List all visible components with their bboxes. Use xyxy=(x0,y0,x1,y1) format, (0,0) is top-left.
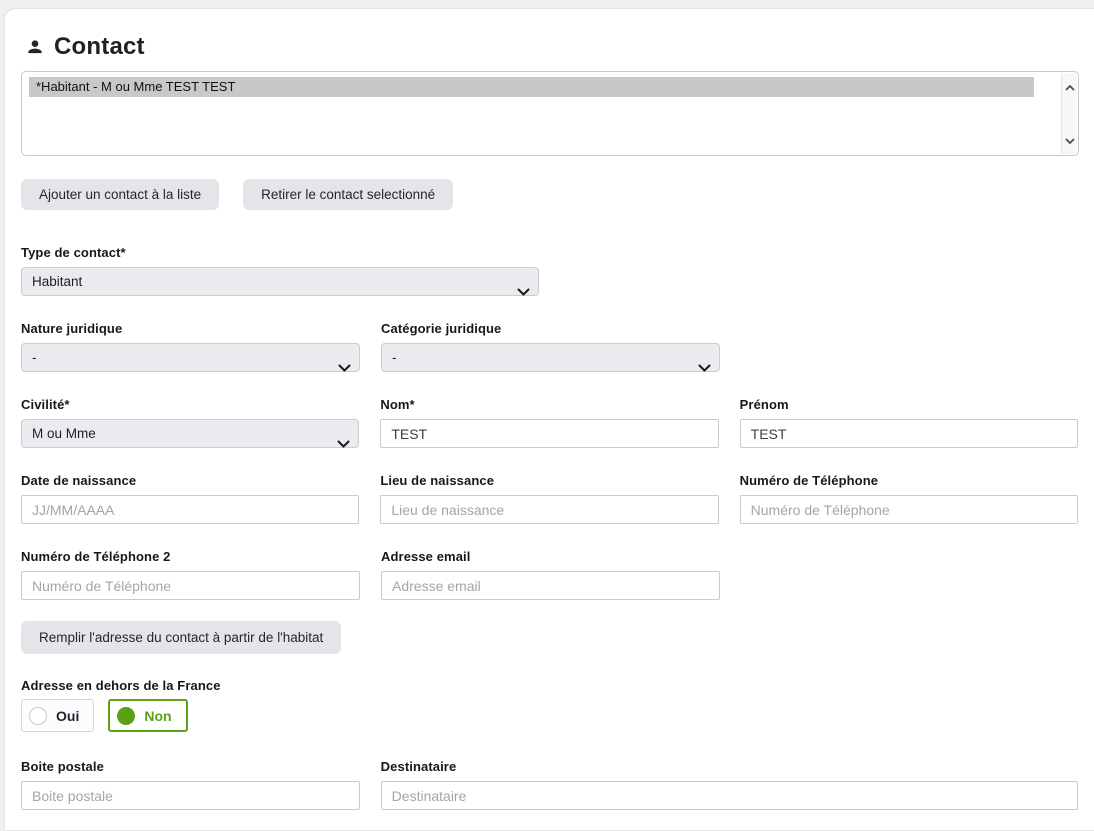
scroll-down-icon[interactable] xyxy=(1065,131,1075,149)
toggle-non-button[interactable]: Non xyxy=(108,699,187,732)
telephone-input[interactable] xyxy=(740,495,1078,524)
contact-list-item[interactable]: *Habitant - M ou Mme TEST TEST xyxy=(29,77,1034,97)
date-naissance-input[interactable] xyxy=(21,495,359,524)
email-label: Adresse email xyxy=(381,549,720,565)
toggle-non-label: Non xyxy=(144,708,171,724)
telephone2-input[interactable] xyxy=(21,571,360,600)
add-contact-button[interactable]: Ajouter un contact à la liste xyxy=(21,179,219,210)
contact-listbox[interactable]: *Habitant - M ou Mme TEST TEST xyxy=(21,71,1079,156)
email-input[interactable] xyxy=(381,571,720,600)
boite-postale-label: Boite postale xyxy=(21,759,360,775)
destinataire-input[interactable] xyxy=(381,781,1078,810)
categorie-juridique-select[interactable]: - xyxy=(381,343,720,372)
civilite-label: Civilité* xyxy=(21,397,359,413)
person-icon xyxy=(25,37,45,57)
lieu-naissance-label: Lieu de naissance xyxy=(380,473,718,489)
toggle-oui-label: Oui xyxy=(56,708,79,724)
destinataire-label: Destinataire xyxy=(381,759,1078,775)
toggle-oui-button[interactable]: Oui xyxy=(21,699,94,732)
nature-juridique-label: Nature juridique xyxy=(21,321,360,337)
civilite-select[interactable]: M ou Mme xyxy=(21,419,359,448)
nature-juridique-select[interactable]: - xyxy=(21,343,360,372)
scroll-up-icon[interactable] xyxy=(1065,78,1075,96)
nom-input[interactable] xyxy=(380,419,718,448)
date-naissance-label: Date de naissance xyxy=(21,473,359,489)
lieu-naissance-input[interactable] xyxy=(380,495,718,524)
page-title: Contact xyxy=(25,34,1078,60)
categorie-juridique-label: Catégorie juridique xyxy=(381,321,720,337)
telephone-label: Numéro de Téléphone xyxy=(740,473,1078,489)
remove-contact-button[interactable]: Retirer le contact selectionné xyxy=(243,179,453,210)
nom-label: Nom* xyxy=(380,397,718,413)
type-contact-select[interactable]: Habitant xyxy=(21,267,539,296)
fill-address-button[interactable]: Remplir l'adresse du contact à partir de… xyxy=(21,621,341,654)
page-title-text: Contact xyxy=(54,34,145,60)
prenom-label: Prénom xyxy=(740,397,1078,413)
prenom-input[interactable] xyxy=(740,419,1078,448)
listbox-scrollbar[interactable] xyxy=(1061,73,1077,154)
radio-circle-filled-icon xyxy=(117,707,135,725)
telephone2-label: Numéro de Téléphone 2 xyxy=(21,549,360,565)
radio-circle-icon xyxy=(29,707,47,725)
contact-panel: Contact *Habitant - M ou Mme TEST TEST A… xyxy=(4,8,1094,831)
type-contact-label: Type de contact* xyxy=(21,245,539,261)
adresse-hors-france-label: Adresse en dehors de la France xyxy=(21,678,1078,694)
boite-postale-input[interactable] xyxy=(21,781,360,810)
